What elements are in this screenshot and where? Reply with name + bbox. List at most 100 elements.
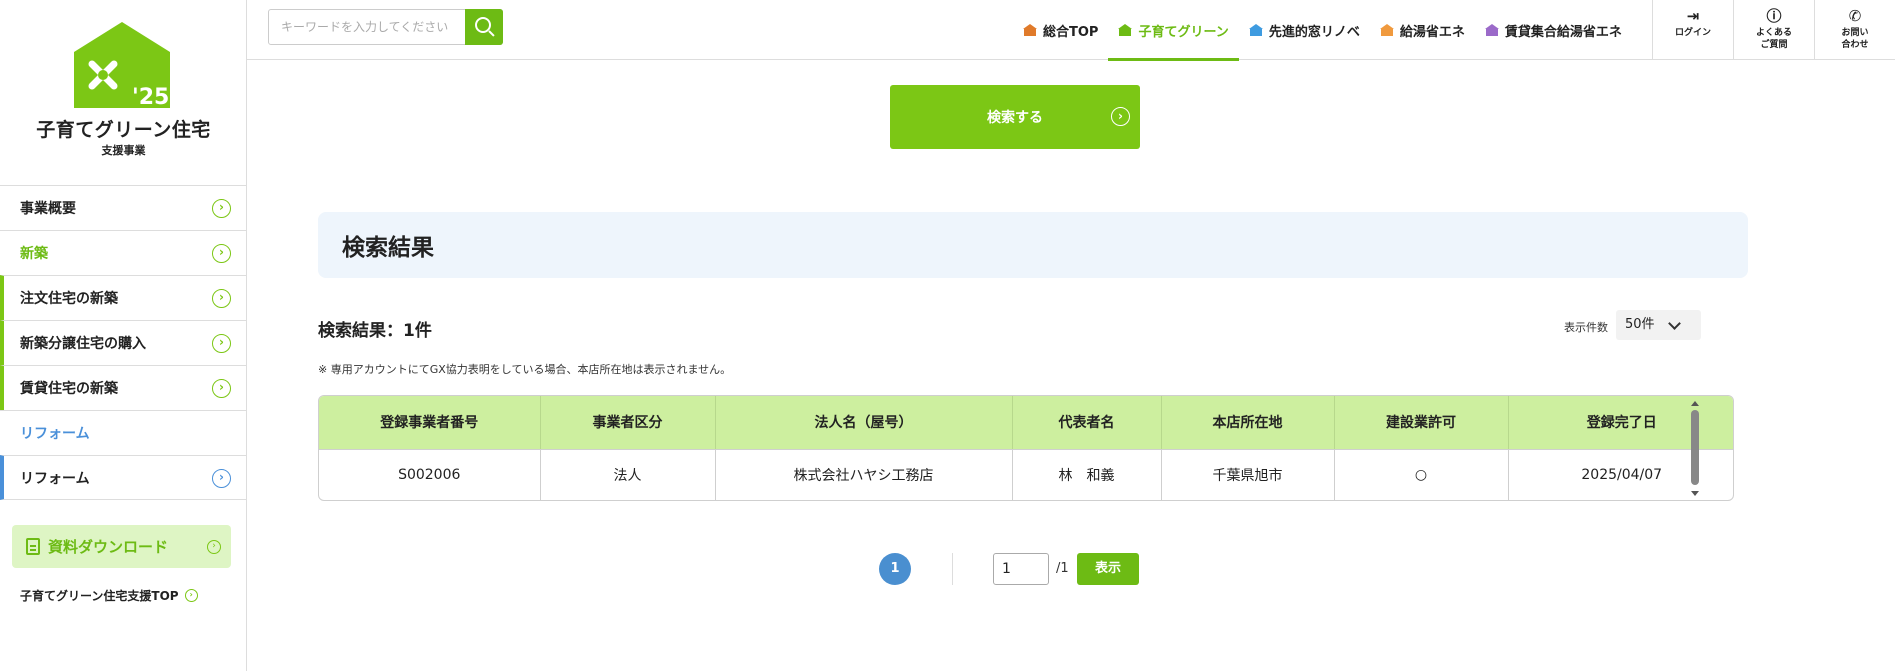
table-header-row: 登録事業者番号 事業者区分 法人名（屋号） 代表者名 本店所在地 建設業許可 登… [319,396,1733,450]
pagination: 1 /1 表示 [247,551,1895,585]
table-row: S002006 法人 株式会社ハヤシ工務店 林 和義 千葉県旭市 ○ 2025/… [319,449,1733,500]
tab-water-heater[interactable]: 給湯省エネ [1370,0,1475,60]
chevron-right-icon: › [212,334,231,353]
per-page-select[interactable]: 50件 [1616,310,1701,340]
chevron-right-icon: › [212,379,231,398]
contact-button[interactable]: ✆ お問い 合わせ [1814,0,1895,60]
column-header: 本店所在地 [1161,396,1335,450]
contact-label-line2: 合わせ [1841,40,1869,50]
tab-label: 総合TOP [1043,24,1099,40]
sidebar-item-label: 新築分譲住宅の購入 [20,336,146,352]
house-icon [1248,24,1263,36]
arrow-right-icon: › [1111,107,1130,126]
sidebar-item-custom-home[interactable]: 注文住宅の新築 › [0,275,247,320]
question-icon: ⓘ [1766,7,1782,25]
chevron-right-icon: › [207,540,221,554]
sidebar-item-overview[interactable]: 事業概要 › [0,185,247,230]
header-icon-buttons: ⇥ ログイン ⓘ よくある ご質問 ✆ お問い 合わせ [1652,0,1895,60]
document-icon [26,538,40,555]
logo-title: 子育てグリーン住宅 [36,119,211,141]
main-nav: 総合TOP 子育てグリーン 先進的窓リノベ 給湯省エネ 賃貸集合給湯省エネ [1013,0,1632,61]
search-submit-label: 検索する [987,110,1043,126]
house-icon [1023,24,1037,36]
table-cell: S002006 [319,449,541,500]
house-icon [1379,24,1394,36]
column-header: 代表者名 [1012,396,1162,450]
sidebar-item-label: リフォーム [20,470,90,487]
tab-rental-water-heater[interactable]: 賃貸集合給湯省エネ [1475,0,1632,60]
column-header: 事業者区分 [540,396,716,450]
page-show-button[interactable]: 表示 [1077,553,1139,585]
house-icon [1118,24,1133,36]
page-number-current[interactable]: 1 [879,553,911,585]
logo-year: '25 [132,85,169,110]
results-table: 登録事業者番号 事業者区分 法人名（屋号） 代表者名 本店所在地 建設業許可 登… [318,395,1734,501]
sidebar-item-label: 事業概要 [20,201,76,217]
tab-kosodate-green[interactable]: 子育てグリーン [1108,0,1240,61]
sidebar-item-label: 注文住宅の新築 [20,291,118,307]
top-header: 総合TOP 子育てグリーン 先進的窓リノベ 給湯省エネ 賃貸集合給湯省エネ ⇥ … [247,0,1895,61]
download-label: 資料ダウンロード [48,538,169,556]
sidebar-item-label: 新築 [20,246,48,262]
results-count: 検索結果：1件 [318,321,432,341]
logo-house-icon: '25 [74,22,170,110]
search-submit-button[interactable]: 検索する › [890,85,1140,149]
table-cell: 法人 [540,449,716,500]
logo-subtitle: 支援事業 [101,144,146,157]
chevron-right-icon: › [212,244,231,263]
column-header: 法人名（屋号） [715,396,1013,450]
scroll-down-icon[interactable] [1691,491,1699,496]
sidebar-item-new-build[interactable]: 新築 › [0,230,247,275]
table-scrollbar[interactable] [1689,401,1701,501]
per-page-label: 表示件数 [1564,321,1608,334]
results-heading: 検索結果 [318,212,1748,278]
house-icon [1484,24,1499,36]
page-number-input[interactable] [993,553,1049,585]
search-input[interactable] [269,10,466,44]
per-page-value: 50件 [1625,317,1655,332]
pager-divider [952,553,953,585]
scroll-up-icon[interactable] [1691,401,1699,406]
sidebar-category-reform: リフォーム [0,410,247,455]
chevron-right-icon: › [184,589,198,602]
tab-general-top[interactable]: 総合TOP [1013,0,1108,60]
sidebar-item-subdivision-purchase[interactable]: 新築分譲住宅の購入 › [0,320,247,365]
support-top-label: 子育てグリーン住宅支援TOP [20,589,179,603]
column-header: 登録事業者番号 [319,396,541,450]
sidebar-item-reform[interactable]: リフォーム › [0,455,247,500]
table-cell: 千葉県旭市 [1161,449,1335,500]
table-cell: 株式会社ハヤシ工務店 [715,449,1013,500]
scroll-thumb[interactable] [1691,410,1699,485]
download-button[interactable]: 資料ダウンロード › [12,525,231,568]
contact-label-line1: お問い [1841,28,1869,38]
main-content: 検索する › 検索結果 検索結果：1件 表示件数 50件 ※ 専用アカウントにて… [247,61,1895,671]
login-icon: ⇥ [1686,7,1700,25]
tab-window-renovation[interactable]: 先進的窓リノベ [1239,0,1370,60]
tab-label: 給湯省エネ [1399,24,1465,40]
chevron-right-icon: › [212,469,231,488]
tab-label: 子育てグリーン [1138,24,1229,40]
faq-label-line2: ご質問 [1760,40,1788,50]
sidebar-item-rental-build[interactable]: 賃貸住宅の新築 › [0,365,247,410]
chevron-right-icon: › [212,289,231,308]
results-note: ※ 専用アカウントにてGX協力表明をしている場合、本店所在地は表示されません。 [318,363,732,376]
table-cell: 林 和義 [1012,449,1162,500]
tab-label: 先進的窓リノベ [1268,24,1360,40]
site-logo[interactable]: '25 子育てグリーン住宅 支援事業 [0,18,247,158]
chevron-right-icon: › [212,199,231,218]
sidebar: '25 子育てグリーン住宅 支援事業 事業概要 › 新築 › 注文住宅の新築 ›… [0,0,247,671]
search-box [268,9,503,45]
search-icon[interactable] [465,9,503,45]
faq-button[interactable]: ⓘ よくある ご質問 [1733,0,1814,60]
tab-label: 賃貸集合給湯省エネ [1504,24,1622,40]
page-total: /1 [1056,561,1069,576]
column-header: 建設業許可 [1334,396,1509,450]
faq-label-line1: よくある [1755,28,1792,38]
sidebar-nav: 事業概要 › 新築 › 注文住宅の新築 › 新築分譲住宅の購入 › 賃貸住宅の新… [0,185,247,500]
sidebar-item-label: リフォーム [20,426,90,442]
phone-icon: ✆ [1848,7,1862,25]
support-top-link[interactable]: 子育てグリーン住宅支援TOP › [20,587,198,604]
login-button[interactable]: ⇥ ログイン [1652,0,1733,60]
sidebar-item-label: 賃貸住宅の新築 [20,381,118,397]
table-cell: ○ [1334,449,1509,500]
